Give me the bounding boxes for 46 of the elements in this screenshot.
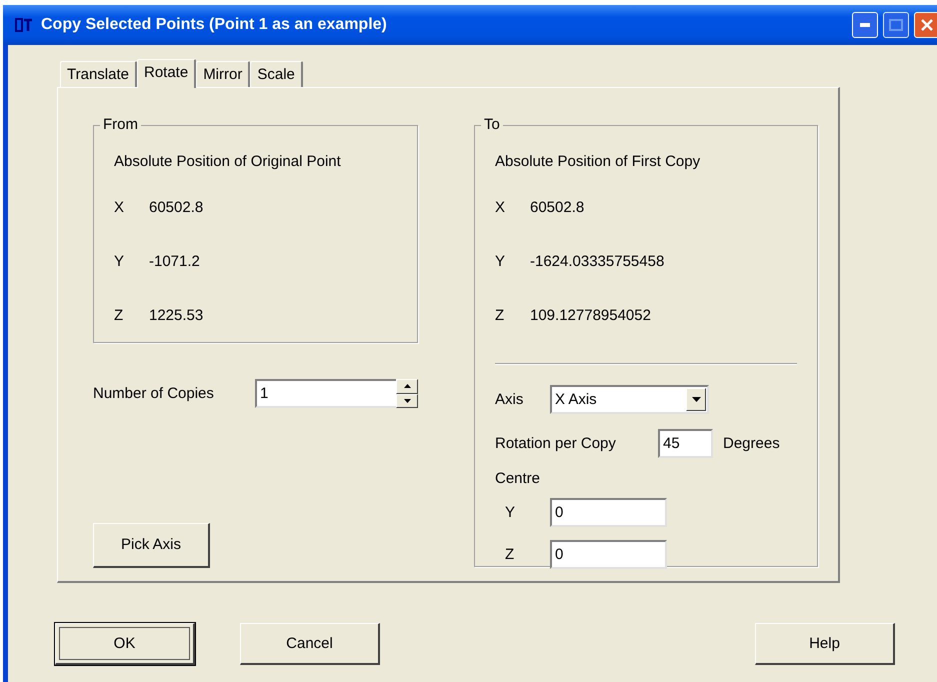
group-heading: Absolute Position of First Copy bbox=[495, 153, 702, 171]
field-label: Number of Copies bbox=[93, 384, 215, 402]
up-arrow-icon bbox=[404, 384, 410, 388]
axis-label: Y bbox=[504, 504, 516, 522]
close-icon bbox=[920, 18, 934, 32]
field-label: Axis bbox=[495, 390, 524, 408]
coordinate-value: -1624.03335755458 bbox=[530, 253, 664, 271]
pick-axis-button[interactable]: Pick Axis bbox=[93, 523, 210, 568]
axis-label: X bbox=[495, 199, 506, 217]
coordinate-value: 60502.8 bbox=[530, 199, 584, 217]
axis-label: Z bbox=[504, 546, 516, 564]
dropdown-arrow-icon bbox=[692, 397, 700, 402]
spin-down-button[interactable] bbox=[396, 394, 418, 408]
unit-label: Degrees bbox=[723, 434, 780, 452]
app-icon bbox=[15, 18, 33, 32]
dialog-button[interactable]: Help bbox=[755, 623, 895, 665]
maximize-icon bbox=[889, 19, 903, 31]
tab[interactable]: Mirror bbox=[196, 61, 250, 87]
coordinate-value: 109.12778954052 bbox=[530, 307, 651, 325]
axis-label: Y bbox=[114, 253, 126, 271]
tab[interactable]: Scale bbox=[250, 61, 303, 87]
tab[interactable]: Translate bbox=[60, 61, 137, 87]
field-label: Rotation per Copy bbox=[495, 434, 617, 452]
axis-label: X bbox=[114, 199, 126, 217]
dialog-button[interactable]: Cancel bbox=[240, 623, 380, 665]
maximize-button[interactable] bbox=[883, 12, 909, 38]
coordinate-field[interactable]: 0 bbox=[550, 540, 667, 569]
rotation-field[interactable]: 45 bbox=[658, 429, 713, 458]
close-button[interactable] bbox=[914, 12, 937, 38]
coordinate-value: 60502.8 bbox=[149, 199, 204, 217]
axis-dropdown[interactable]: X Axis bbox=[550, 385, 709, 414]
axis-label: Z bbox=[495, 307, 506, 325]
coordinate-field[interactable]: 0 bbox=[550, 498, 667, 527]
minimize-button[interactable] bbox=[852, 12, 878, 38]
window-title: Copy Selected Points (Point 1 as an example) bbox=[41, 15, 387, 35]
axis-label: Y bbox=[495, 253, 506, 271]
coordinate-value: 1225.53 bbox=[149, 307, 204, 325]
axis-label: Z bbox=[114, 307, 124, 325]
group-heading: Absolute Position of Original Point bbox=[114, 153, 342, 171]
coordinate-value: -1071.2 bbox=[149, 253, 200, 271]
section-label: Centre bbox=[495, 470, 542, 488]
down-arrow-icon bbox=[404, 398, 410, 403]
spin-up-button[interactable] bbox=[396, 379, 418, 394]
tab[interactable]: Rotate bbox=[136, 59, 196, 88]
minimize-icon bbox=[860, 23, 870, 27]
dialog-button[interactable]: OK bbox=[55, 623, 195, 665]
